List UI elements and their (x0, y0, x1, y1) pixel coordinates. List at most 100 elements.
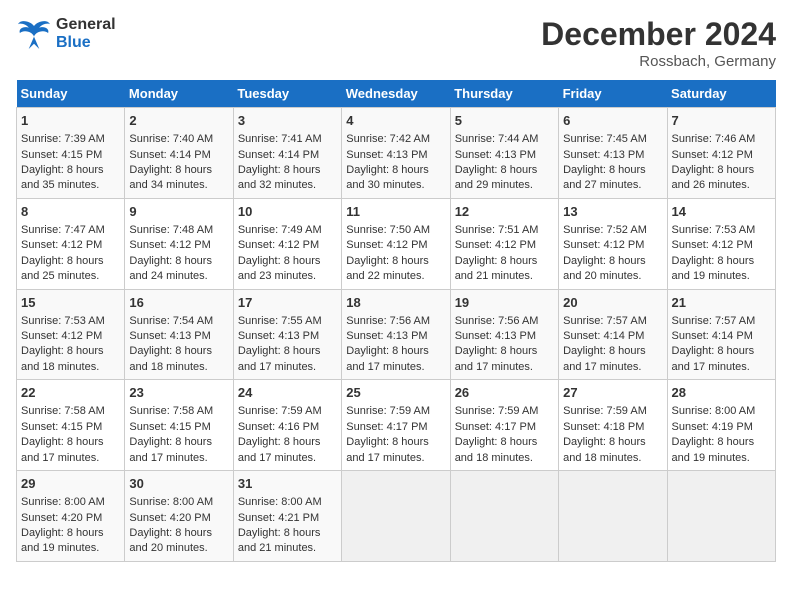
daylight: Daylight: 8 hours and 17 minutes. (563, 345, 646, 372)
daylight: Daylight: 8 hours and 17 minutes. (21, 436, 104, 463)
calendar-cell: 19Sunrise: 7:56 AMSunset: 4:13 PMDayligh… (450, 289, 558, 380)
day-number: 31 (238, 475, 337, 493)
day-number: 8 (21, 203, 120, 221)
daylight: Daylight: 8 hours and 29 minutes. (455, 164, 538, 191)
daylight: Daylight: 8 hours and 17 minutes. (672, 345, 755, 372)
day-number: 15 (21, 294, 120, 312)
daylight: Daylight: 8 hours and 30 minutes. (346, 164, 429, 191)
logo-icon (16, 19, 52, 49)
daylight: Daylight: 8 hours and 20 minutes. (563, 255, 646, 282)
calendar-cell: 14Sunrise: 7:53 AMSunset: 4:12 PMDayligh… (667, 198, 775, 289)
sunrise: Sunrise: 7:59 AM (455, 405, 539, 417)
sunrise: Sunrise: 7:52 AM (563, 224, 647, 236)
sunset: Sunset: 4:12 PM (238, 239, 319, 251)
sunset: Sunset: 4:21 PM (238, 512, 319, 524)
calendar-table: SundayMondayTuesdayWednesdayThursdayFrid… (16, 80, 776, 562)
sunrise: Sunrise: 7:54 AM (129, 315, 213, 327)
sunset: Sunset: 4:16 PM (238, 421, 319, 433)
daylight: Daylight: 8 hours and 17 minutes. (238, 436, 321, 463)
calendar-cell: 18Sunrise: 7:56 AMSunset: 4:13 PMDayligh… (342, 289, 450, 380)
sunset: Sunset: 4:13 PM (455, 330, 536, 342)
calendar-cell: 25Sunrise: 7:59 AMSunset: 4:17 PMDayligh… (342, 380, 450, 471)
calendar-cell (667, 471, 775, 562)
calendar-cell (450, 471, 558, 562)
sunrise: Sunrise: 8:00 AM (672, 405, 756, 417)
sunrise: Sunrise: 7:39 AM (21, 133, 105, 145)
calendar-cell: 27Sunrise: 7:59 AMSunset: 4:18 PMDayligh… (559, 380, 667, 471)
calendar-cell: 7Sunrise: 7:46 AMSunset: 4:12 PMDaylight… (667, 108, 775, 199)
calendar-cell: 2Sunrise: 7:40 AMSunset: 4:14 PMDaylight… (125, 108, 233, 199)
daylight: Daylight: 8 hours and 17 minutes. (455, 345, 538, 372)
calendar-cell: 4Sunrise: 7:42 AMSunset: 4:13 PMDaylight… (342, 108, 450, 199)
day-number: 27 (563, 384, 662, 402)
sunset: Sunset: 4:12 PM (563, 239, 644, 251)
daylight: Daylight: 8 hours and 17 minutes. (346, 345, 429, 372)
day-number: 7 (672, 112, 771, 130)
header-friday: Friday (559, 80, 667, 108)
daylight: Daylight: 8 hours and 18 minutes. (455, 436, 538, 463)
sunset: Sunset: 4:17 PM (455, 421, 536, 433)
week-row-3: 15Sunrise: 7:53 AMSunset: 4:12 PMDayligh… (17, 289, 776, 380)
day-number: 14 (672, 203, 771, 221)
sunrise: Sunrise: 7:41 AM (238, 133, 322, 145)
sunrise: Sunrise: 7:42 AM (346, 133, 430, 145)
sunset: Sunset: 4:19 PM (672, 421, 753, 433)
sunset: Sunset: 4:14 PM (672, 330, 753, 342)
daylight: Daylight: 8 hours and 25 minutes. (21, 255, 104, 282)
day-number: 20 (563, 294, 662, 312)
daylight: Daylight: 8 hours and 22 minutes. (346, 255, 429, 282)
sunset: Sunset: 4:13 PM (346, 149, 427, 161)
daylight: Daylight: 8 hours and 18 minutes. (129, 345, 212, 372)
sunset: Sunset: 4:17 PM (346, 421, 427, 433)
sunset: Sunset: 4:13 PM (238, 330, 319, 342)
day-number: 6 (563, 112, 662, 130)
day-number: 28 (672, 384, 771, 402)
day-number: 19 (455, 294, 554, 312)
calendar-cell: 20Sunrise: 7:57 AMSunset: 4:14 PMDayligh… (559, 289, 667, 380)
daylight: Daylight: 8 hours and 18 minutes. (21, 345, 104, 372)
daylight: Daylight: 8 hours and 34 minutes. (129, 164, 212, 191)
day-number: 1 (21, 112, 120, 130)
day-number: 29 (21, 475, 120, 493)
day-number: 16 (129, 294, 228, 312)
day-number: 11 (346, 203, 445, 221)
daylight: Daylight: 8 hours and 27 minutes. (563, 164, 646, 191)
sunrise: Sunrise: 7:58 AM (21, 405, 105, 417)
sunrise: Sunrise: 7:46 AM (672, 133, 756, 145)
daylight: Daylight: 8 hours and 35 minutes. (21, 164, 104, 191)
day-number: 5 (455, 112, 554, 130)
header-monday: Monday (125, 80, 233, 108)
sunset: Sunset: 4:18 PM (563, 421, 644, 433)
location-subtitle: Rossbach, Germany (541, 53, 776, 70)
sunrise: Sunrise: 7:50 AM (346, 224, 430, 236)
day-number: 24 (238, 384, 337, 402)
day-number: 22 (21, 384, 120, 402)
sunrise: Sunrise: 7:44 AM (455, 133, 539, 145)
daylight: Daylight: 8 hours and 17 minutes. (346, 436, 429, 463)
header-wednesday: Wednesday (342, 80, 450, 108)
calendar-cell: 17Sunrise: 7:55 AMSunset: 4:13 PMDayligh… (233, 289, 341, 380)
logo-text: General Blue (56, 16, 116, 52)
calendar-cell: 16Sunrise: 7:54 AMSunset: 4:13 PMDayligh… (125, 289, 233, 380)
calendar-cell: 21Sunrise: 7:57 AMSunset: 4:14 PMDayligh… (667, 289, 775, 380)
day-number: 26 (455, 384, 554, 402)
daylight: Daylight: 8 hours and 19 minutes. (672, 436, 755, 463)
calendar-cell (559, 471, 667, 562)
calendar-cell: 15Sunrise: 7:53 AMSunset: 4:12 PMDayligh… (17, 289, 125, 380)
sunrise: Sunrise: 8:00 AM (129, 496, 213, 508)
daylight: Daylight: 8 hours and 24 minutes. (129, 255, 212, 282)
sunset: Sunset: 4:13 PM (455, 149, 536, 161)
sunset: Sunset: 4:12 PM (672, 239, 753, 251)
sunset: Sunset: 4:14 PM (238, 149, 319, 161)
daylight: Daylight: 8 hours and 18 minutes. (563, 436, 646, 463)
sunset: Sunset: 4:13 PM (563, 149, 644, 161)
daylight: Daylight: 8 hours and 21 minutes. (238, 527, 321, 554)
sunrise: Sunrise: 7:51 AM (455, 224, 539, 236)
day-number: 30 (129, 475, 228, 493)
day-number: 9 (129, 203, 228, 221)
daylight: Daylight: 8 hours and 20 minutes. (129, 527, 212, 554)
calendar-header-row: SundayMondayTuesdayWednesdayThursdayFrid… (17, 80, 776, 108)
calendar-cell: 1Sunrise: 7:39 AMSunset: 4:15 PMDaylight… (17, 108, 125, 199)
header-thursday: Thursday (450, 80, 558, 108)
sunrise: Sunrise: 7:49 AM (238, 224, 322, 236)
